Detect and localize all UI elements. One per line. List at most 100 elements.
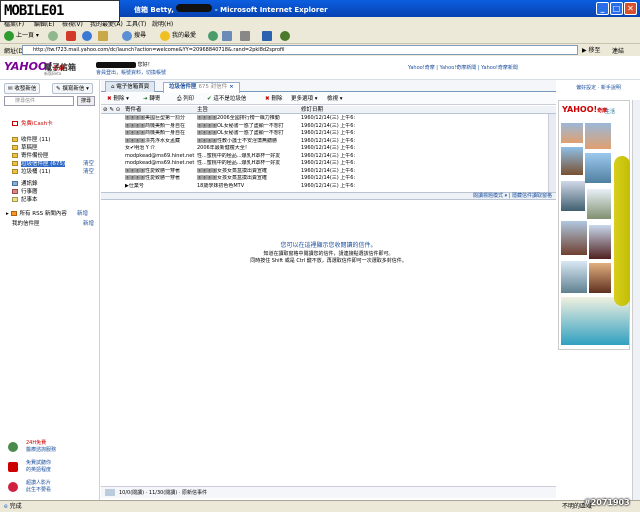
list-scrollbar[interactable] [548,114,556,192]
account-links[interactable]: 會員登出，帳號資料，切換帳號 [96,69,166,76]
reading-pane-options[interactable]: 閱讀標題模式 ▾ | 隱藏信件讀取窗格 [473,193,552,200]
more-options-button[interactable]: 更多選項 ▾ [291,95,318,103]
forward-button[interactable] [48,30,60,42]
print-button[interactable]: ⎙ 列印 [177,95,194,103]
compose-button[interactable]: ✎ 撰寫新信 ▾ [52,83,93,94]
history-button[interactable] [208,30,220,42]
tab-spam[interactable]: 垃圾信件匣 675 封信件 × [163,82,240,93]
main-pane: ⌂ 電子信箱首頁 垃圾信件匣 675 封信件 × ✖ 刪除 ▾ ➜ 轉寄 ⎙ 列… [101,80,556,500]
english-icon [8,462,18,472]
check-mail-button[interactable]: ✉ 收發新信 [4,83,41,94]
star-icon [160,30,170,41]
row-subject: 圖圖圖圖性教小護士不安淫蕩無聽勝 [197,137,278,144]
mail-button[interactable] [222,30,234,42]
rss-folder[interactable]: ▸ 所有 RSS 新聞內容 新增 [6,210,92,218]
delete-all-button[interactable]: ✖ 刪除 [265,95,282,103]
promo-medical[interactable]: 24H免費 醫療諮詢服務 [4,440,96,456]
forward-button[interactable]: ➜ 轉寄 [143,95,160,103]
table-row[interactable]: ▶仕業号 18歲學妹初色色MTV 1960/12/14(三) 上午6: [101,183,549,191]
ad-yahoo-logo: YAHOO!奇摩 [562,105,608,114]
row-date: 1960/12/14(三) 上午6: [301,145,356,151]
folder-calendar[interactable]: 行事曆 [12,188,98,196]
promo-video[interactable]: 超讚人影片 此生不要看 [4,480,96,496]
check-icon: ✔ [207,96,212,102]
promo-english[interactable]: 免費試聽你 的英語程度 [4,460,96,476]
row-sender: modpkead@ms69.hinet.net [125,152,195,159]
maximize-button[interactable]: □ [610,2,623,15]
empty-trash-link[interactable]: 清空 [83,168,94,176]
edit-button[interactable] [262,30,274,42]
message-list: ⊘ ✎ ⊙ 寄件者 主旨 修訂日期 圖圖圖圖美國巨型第一罰分 圖圖圖圖2006全國… [101,106,556,192]
view-button[interactable]: 檢視 ▾ [327,95,343,103]
links-button[interactable]: 連結 [612,46,624,55]
print-button[interactable] [240,30,252,42]
row-date: 1960/12/14(三) 上午6: [301,130,356,136]
col-date[interactable]: 修訂日期 [301,106,323,114]
table-row[interactable]: 女✔明治 Y 介 2006年最新健瘦大全！ 1960/12/14(三) 上午6: [101,145,549,153]
printer-icon [240,30,250,41]
folder-icon [12,153,18,158]
folder-spam[interactable]: 垃圾信件匣 (675) 清空 [12,160,98,168]
icash-promo[interactable]: 免費iCash卡 [12,120,98,128]
top-links[interactable]: Yahoo!奇摩 | Yahoo!奇摩新聞 | Yahoo!奇摩新聞 [408,64,518,71]
folder-drafts[interactable]: 草稿匣 [12,144,98,152]
reading-pane-hint-2: 同時按住 Shift 或是 Ctrl 鍵不放，再選取信件即可一次選取多封信件。 [250,258,407,264]
messenger-button[interactable] [280,30,292,42]
folder-sent[interactable]: 寄件備份匣 [12,152,98,160]
search-button[interactable]: 搜尋 [122,30,146,42]
folder-trash[interactable]: 垃圾桶 (11) 清空 [12,168,98,176]
favorites-button[interactable]: 我的最愛 [160,30,196,42]
reading-pane-splitter[interactable]: 閱讀標題模式 ▾ | 隱藏信件讀取窗格 [101,192,556,200]
search-input[interactable]: 搜尋信件 [4,96,74,106]
ad-photo [561,221,587,255]
history-icon [208,30,218,41]
folder-inbox[interactable]: 收件匣 (11) [12,136,98,144]
col-subject[interactable]: 主旨 [197,106,208,114]
browser-status-bar: e 完成 不明的區域 [0,500,640,512]
ad-top-links[interactable]: 偏好設定 · 新手說明 [557,84,640,91]
close-tab-icon[interactable]: × [229,84,234,90]
close-button[interactable]: ✕ [624,2,637,15]
row-subject: 2006年最新健瘦大全！ [197,145,250,151]
table-row[interactable]: modpkead@ms69.hinet.net 性...蜜桃中的極品...爆乳H罩… [101,160,549,168]
table-row[interactable]: modpkead@ms69.hinet.net 性...蜜桃中的極品...爆乳H罩… [101,153,549,161]
row-subject: 圖圖圖圖OL女秘書一惑了盡顯一不想打 [197,130,284,136]
minimize-button[interactable]: _ [596,2,609,15]
menu-help[interactable]: 說明(H) [152,19,173,28]
stop-button[interactable] [66,30,78,42]
row-subject: 圖圖圖圖女孩女蒸盒摸出賣宣確 [197,167,268,174]
go-button[interactable]: ▶ 移至 [582,45,601,54]
table-row[interactable]: 圖圖圖圖美國巨型第一罰分 圖圖圖圖2006全國排行榜一飆力推動 1960/12/14… [101,115,549,123]
folder-contacts[interactable]: 通訊錄 [12,180,98,188]
menu-tools[interactable]: 工具(T) [126,19,146,28]
not-spam-button[interactable]: ✔ 這不是垃圾信 [207,95,246,103]
col-sender[interactable]: 寄件者 [125,106,142,114]
table-row[interactable]: 圖圖圖圖性愛致勝一穿著 圖圖圖圖女孩女蒸盒摸出賣宣確 1960/12/14(三) 上… [101,175,549,183]
ad-photo [585,123,611,149]
empty-spam-link[interactable]: 清空 [83,160,94,168]
table-row[interactable]: 圖圖圖圖漂亮浮水女孟藏 圖圖圖圖性教小護士不安淫蕩無聽勝 1960/12/14(三)… [101,138,549,146]
refresh-button[interactable] [82,30,94,42]
ad-scrollbar[interactable] [632,100,640,500]
tab-mail-home[interactable]: ⌂ 電子信箱首頁 [105,81,156,92]
add-rss-link[interactable]: 新增 [77,210,88,218]
ad-banner[interactable]: YAHOO!奇摩 生活 [558,100,630,350]
address-input[interactable]: http://tw.f723.mail.yahoo.com/dc/launch?… [22,45,578,55]
home-button[interactable] [98,30,110,42]
row-sender: ▶仕業号 [125,182,144,189]
row-sender: 圖圖圖圖商機美顏一身自在 [125,130,186,136]
my-folders[interactable]: 我的信件匣 新增 [12,220,98,228]
mail-icon [222,30,232,41]
folder-notepad[interactable]: 記事本 [12,196,98,204]
add-folder-link[interactable]: 新增 [83,220,94,228]
back-arrow-icon [4,30,14,41]
back-button[interactable]: 上一頁 ▾ [4,30,39,42]
table-row[interactable]: 圖圖圖圖商機美顏一身自在 圖圖圖圖OL女秘書一惑了盡顯一不想打 1960/12/14… [101,123,549,131]
reading-pane: 您可以在這裡顯示您收閱讀的信件。 知道在讀取窗格中閱讀您的信件，請連接點選該信件… [101,200,556,480]
medical-icon [8,442,18,452]
table-row[interactable]: 圖圖圖圖性愛致勝一穿著 圖圖圖圖女孩女蒸盒摸出賣宣確 1960/12/14(三) 上… [101,168,549,176]
search-mail-button[interactable]: 搜尋 [77,96,95,106]
row-subject: 圖圖圖圖OL女秘書一惑了盡顯一不想打 [197,122,284,129]
table-row[interactable]: 圖圖圖圖商機美顏一身自在 圖圖圖圖OL女秘書一惑了盡顯一不想打 1960/12/14… [101,130,549,138]
delete-button[interactable]: ✖ 刪除 ▾ [107,95,129,103]
